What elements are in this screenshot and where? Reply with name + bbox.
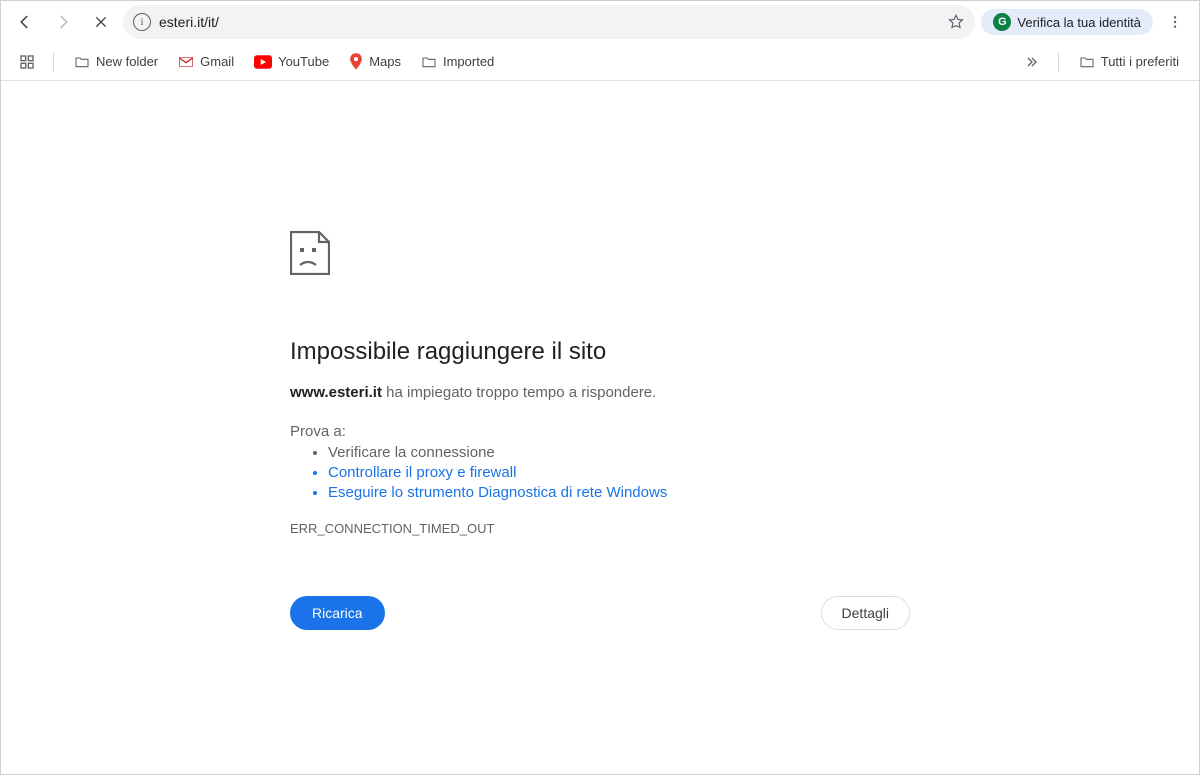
bookmark-star-icon[interactable] xyxy=(947,13,965,31)
button-row: Ricarica Dettagli xyxy=(290,596,910,630)
sad-page-icon xyxy=(290,231,362,303)
gmail-icon xyxy=(178,54,194,70)
site-info-icon[interactable]: i xyxy=(133,13,151,31)
forward-button xyxy=(47,6,79,38)
error-host: www.esteri.it xyxy=(290,384,382,401)
apps-grid-icon[interactable] xyxy=(13,48,41,76)
bookmark-item-youtube[interactable]: YouTube xyxy=(246,50,337,73)
error-code: ERR_CONNECTION_TIMED_OUT xyxy=(290,521,910,536)
separator xyxy=(1058,52,1059,72)
bookmark-label: Imported xyxy=(443,54,494,69)
details-button[interactable]: Dettagli xyxy=(821,596,910,630)
identity-label: Verifica la tua identità xyxy=(1017,15,1141,30)
address-bar[interactable]: i esteri.it/it/ xyxy=(123,5,975,39)
suggestion-item: Verificare la connessione xyxy=(328,444,910,461)
identity-chip[interactable]: G Verifica la tua identità xyxy=(981,9,1153,35)
folder-icon xyxy=(1079,54,1095,70)
browser-menu-button[interactable] xyxy=(1159,6,1191,38)
bookmark-label: Maps xyxy=(369,54,401,69)
profile-avatar-icon: G xyxy=(993,13,1011,31)
suggestion-list: Verificare la connessione Controllare il… xyxy=(290,444,910,501)
url-text: esteri.it/it/ xyxy=(159,14,939,30)
bookmarks-bar: New folder Gmail YouTube Maps Imported T… xyxy=(1,43,1199,81)
bookmark-label: YouTube xyxy=(278,54,329,69)
stop-button[interactable] xyxy=(85,6,117,38)
folder-icon xyxy=(421,54,437,70)
browser-toolbar: i esteri.it/it/ G Verifica la tua identi… xyxy=(1,1,1199,43)
bookmark-item-maps[interactable]: Maps xyxy=(341,49,409,75)
bookmark-label: New folder xyxy=(96,54,158,69)
all-bookmarks-button[interactable]: Tutti i preferiti xyxy=(1071,50,1187,74)
youtube-icon xyxy=(254,55,272,69)
bookmark-label: Gmail xyxy=(200,54,234,69)
back-button[interactable] xyxy=(9,6,41,38)
error-page: Impossibile raggiungere il sito www.este… xyxy=(290,81,910,630)
suggestion-link-diagnostics[interactable]: Eseguire lo strumento Diagnostica di ret… xyxy=(328,484,910,501)
all-bookmarks-label: Tutti i preferiti xyxy=(1101,54,1179,69)
bookmark-item-gmail[interactable]: Gmail xyxy=(170,50,242,74)
bookmark-item-imported[interactable]: Imported xyxy=(413,50,502,74)
bookmarks-overflow-button[interactable] xyxy=(1018,48,1046,76)
maps-icon xyxy=(349,53,363,71)
error-message-suffix: ha impiegato troppo tempo a rispondere. xyxy=(382,384,656,401)
try-label: Prova a: xyxy=(290,423,910,440)
reload-button[interactable]: Ricarica xyxy=(290,596,385,630)
error-title: Impossibile raggiungere il sito xyxy=(290,338,910,366)
bookmark-item-new-folder[interactable]: New folder xyxy=(66,50,166,74)
error-message: www.esteri.it ha impiegato troppo tempo … xyxy=(290,384,910,401)
separator xyxy=(53,52,54,72)
suggestion-link-proxy[interactable]: Controllare il proxy e firewall xyxy=(328,464,910,481)
folder-icon xyxy=(74,54,90,70)
